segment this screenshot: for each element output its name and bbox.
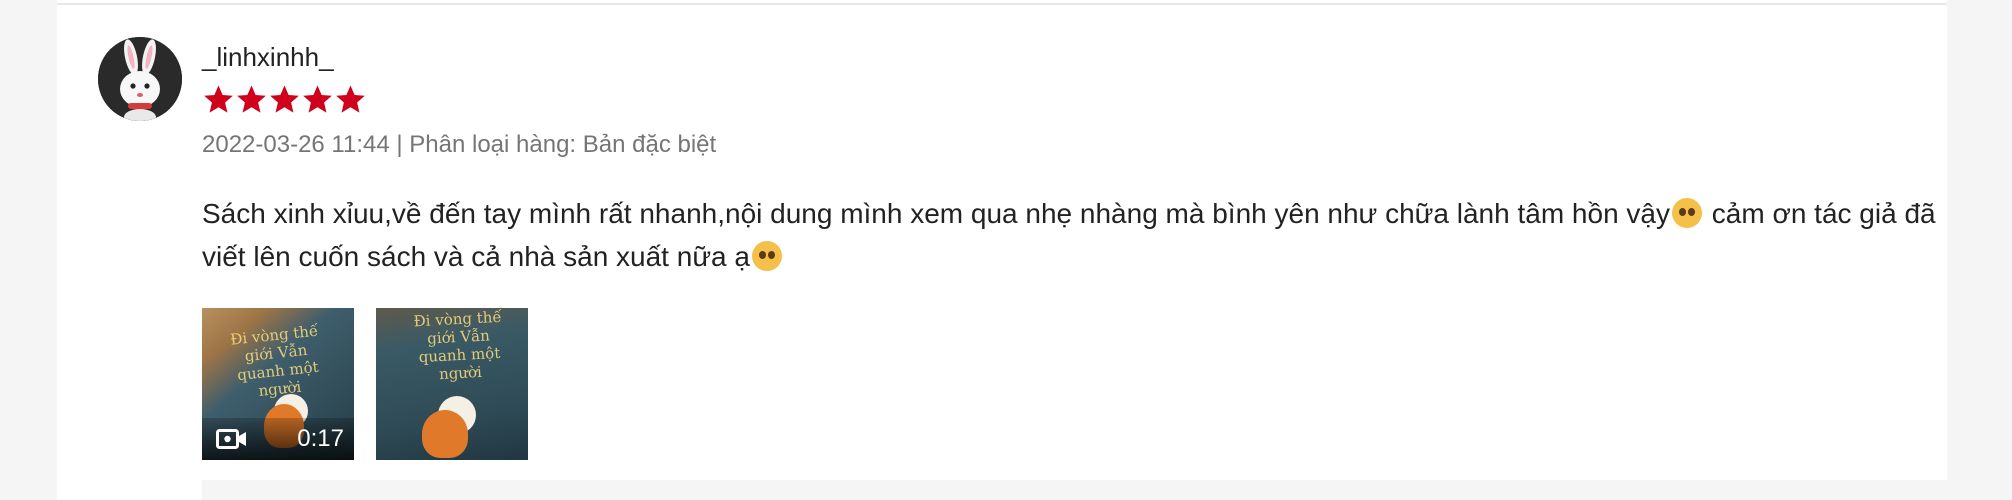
- star-icon: [270, 85, 299, 113]
- comment-text: Sách xinh xỉuu,về đến tay mình rất nhanh…: [202, 198, 1670, 229]
- image-thumbnail[interactable]: Đi vòng thế giới Vẫn quanh một người: [376, 308, 528, 460]
- review-media: Đi vòng thế giới Vẫn quanh một người 0:1…: [202, 308, 528, 460]
- star-icon: [237, 85, 266, 113]
- star-icon: [336, 85, 365, 113]
- bunny-avatar-icon: [98, 37, 182, 121]
- pleading-face-emoji-icon: [751, 241, 782, 271]
- book-cover-title: Đi vòng thế giới Vẫn quanh một người: [229, 321, 320, 401]
- video-camera-icon: [216, 429, 246, 449]
- review-meta: 2022-03-26 11:44 | Phân loại hàng: Bản đ…: [202, 131, 717, 158]
- divider: [57, 3, 1947, 5]
- star-icon: [204, 85, 233, 113]
- video-duration: 0:17: [297, 425, 344, 452]
- star-icon: [303, 85, 332, 113]
- seller-reply-box: [202, 480, 1947, 500]
- avatar[interactable]: [98, 37, 182, 121]
- review-page: _linhxinhh_ 2022-03-26 11:44 | Phân loại…: [0, 0, 2012, 500]
- review-comment: Sách xinh xỉuu,về đến tay mình rất nhanh…: [202, 192, 1942, 278]
- book-cover-fox: [422, 410, 468, 458]
- username[interactable]: _linhxinhh_: [202, 40, 334, 74]
- pleading-face-emoji-icon: [1672, 198, 1702, 228]
- rating-stars: [202, 83, 367, 117]
- book-cover-title: Đi vòng thế giới Vẫn quanh một người: [413, 308, 503, 384]
- video-overlay: 0:17: [202, 418, 354, 460]
- video-thumbnail[interactable]: Đi vòng thế giới Vẫn quanh một người 0:1…: [202, 308, 354, 460]
